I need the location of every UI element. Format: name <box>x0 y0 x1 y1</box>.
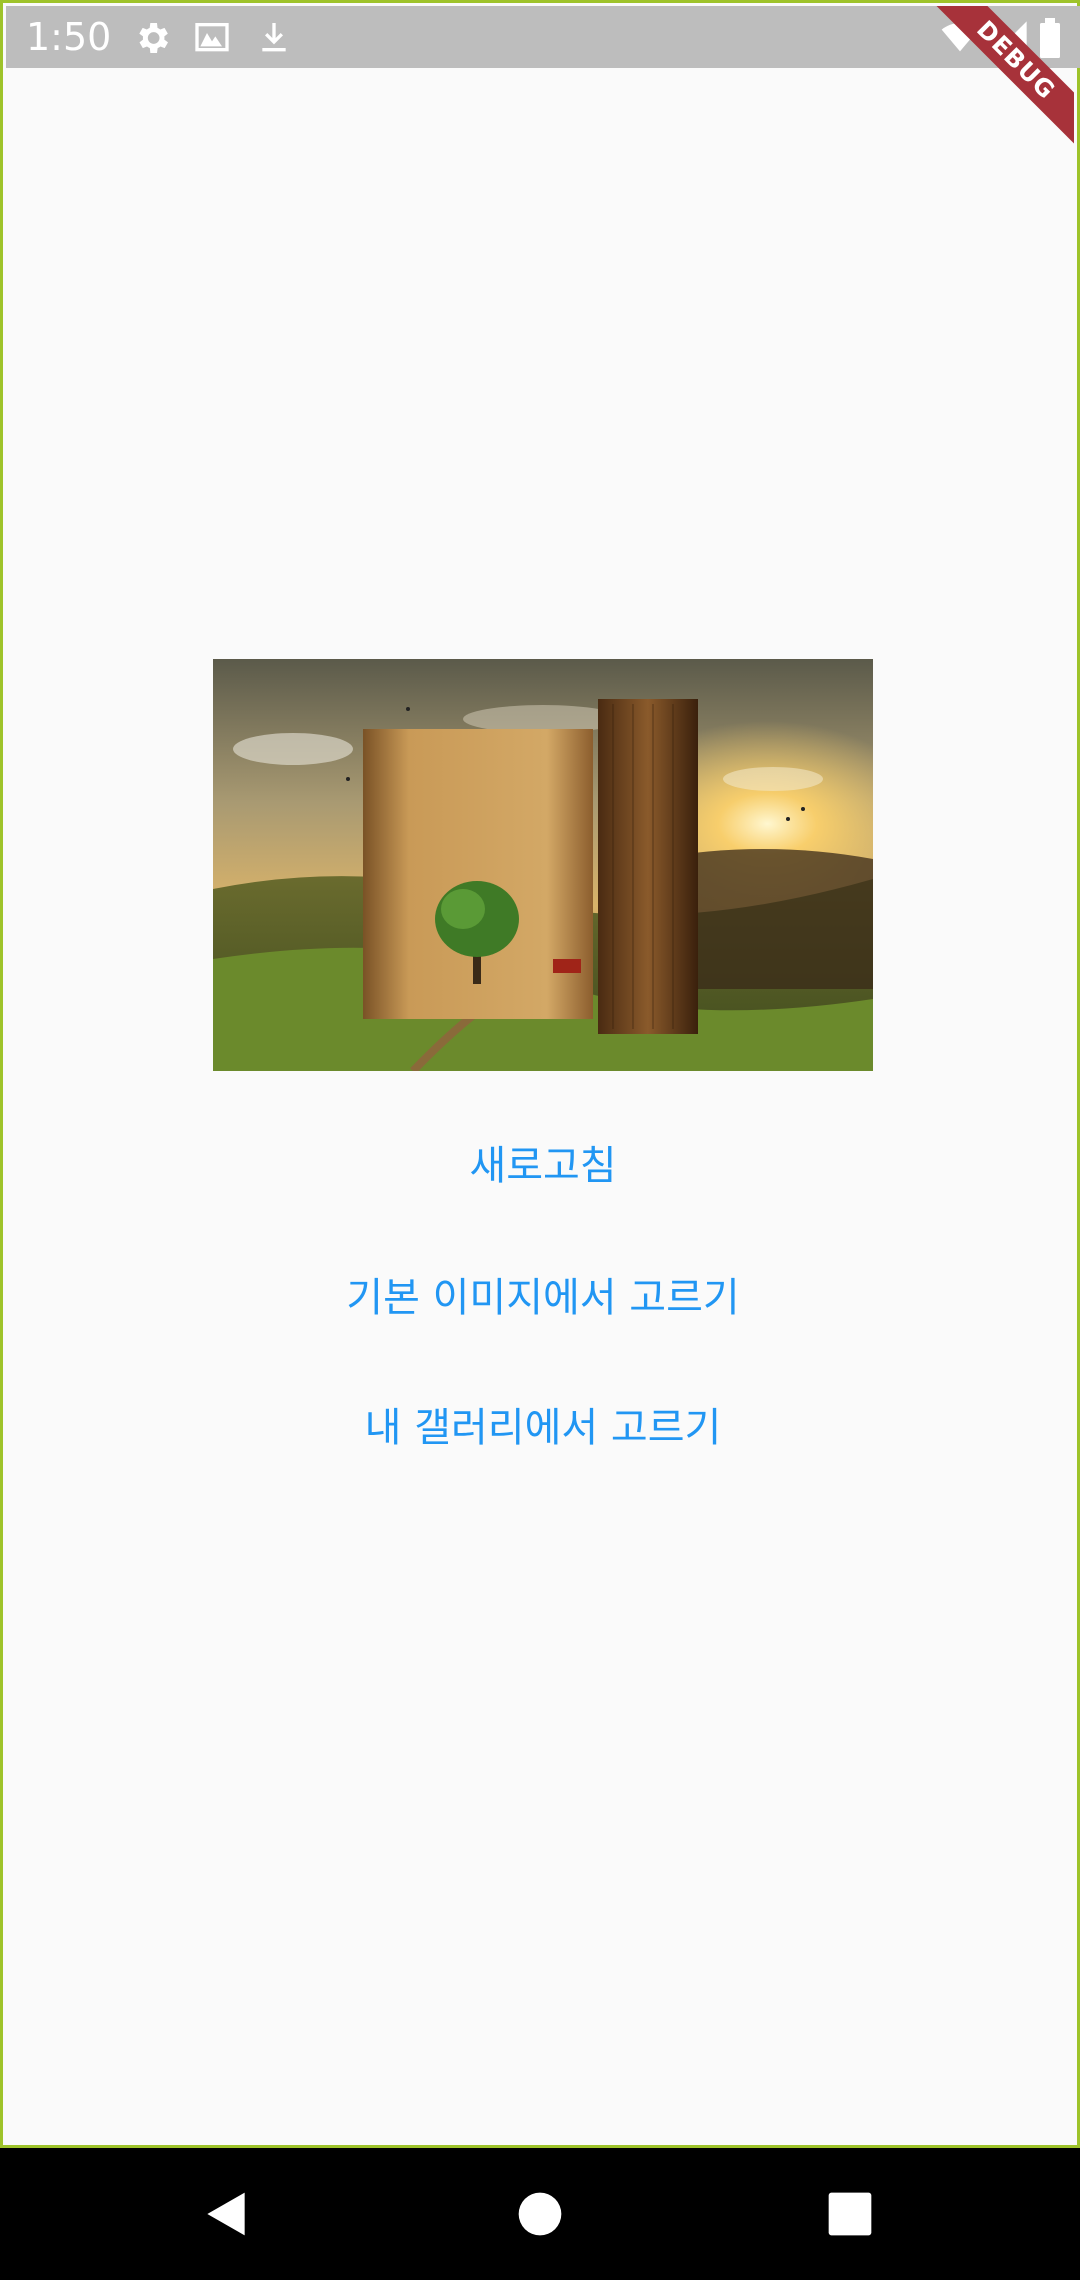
status-bar: 1:50 <box>6 6 1080 68</box>
book-landscape-image <box>213 659 873 1071</box>
recents-icon[interactable] <box>818 2182 882 2246</box>
refresh-button[interactable]: 새로고침 <box>3 1136 1080 1196</box>
photo-icon <box>190 18 234 58</box>
debug-banner: DEBUG <box>924 6 1074 156</box>
navigation-bar <box>0 2148 1080 2280</box>
home-icon[interactable] <box>508 2182 572 2246</box>
debug-label: DEBUG <box>925 6 1074 151</box>
back-icon[interactable] <box>194 2182 258 2246</box>
pick-default-image-button[interactable]: 기본 이미지에서 고르기 <box>3 1268 1080 1328</box>
pick-gallery-image-button[interactable]: 내 갤러리에서 고르기 <box>3 1398 1080 1458</box>
app-frame: 1:50 DEBUG 새로고침 기본 이미지에서 고르기 내 갤러리에서 고르기 <box>0 0 1080 2148</box>
status-time: 1:50 <box>26 15 112 59</box>
gear-icon <box>132 18 172 58</box>
download-icon <box>254 18 294 58</box>
